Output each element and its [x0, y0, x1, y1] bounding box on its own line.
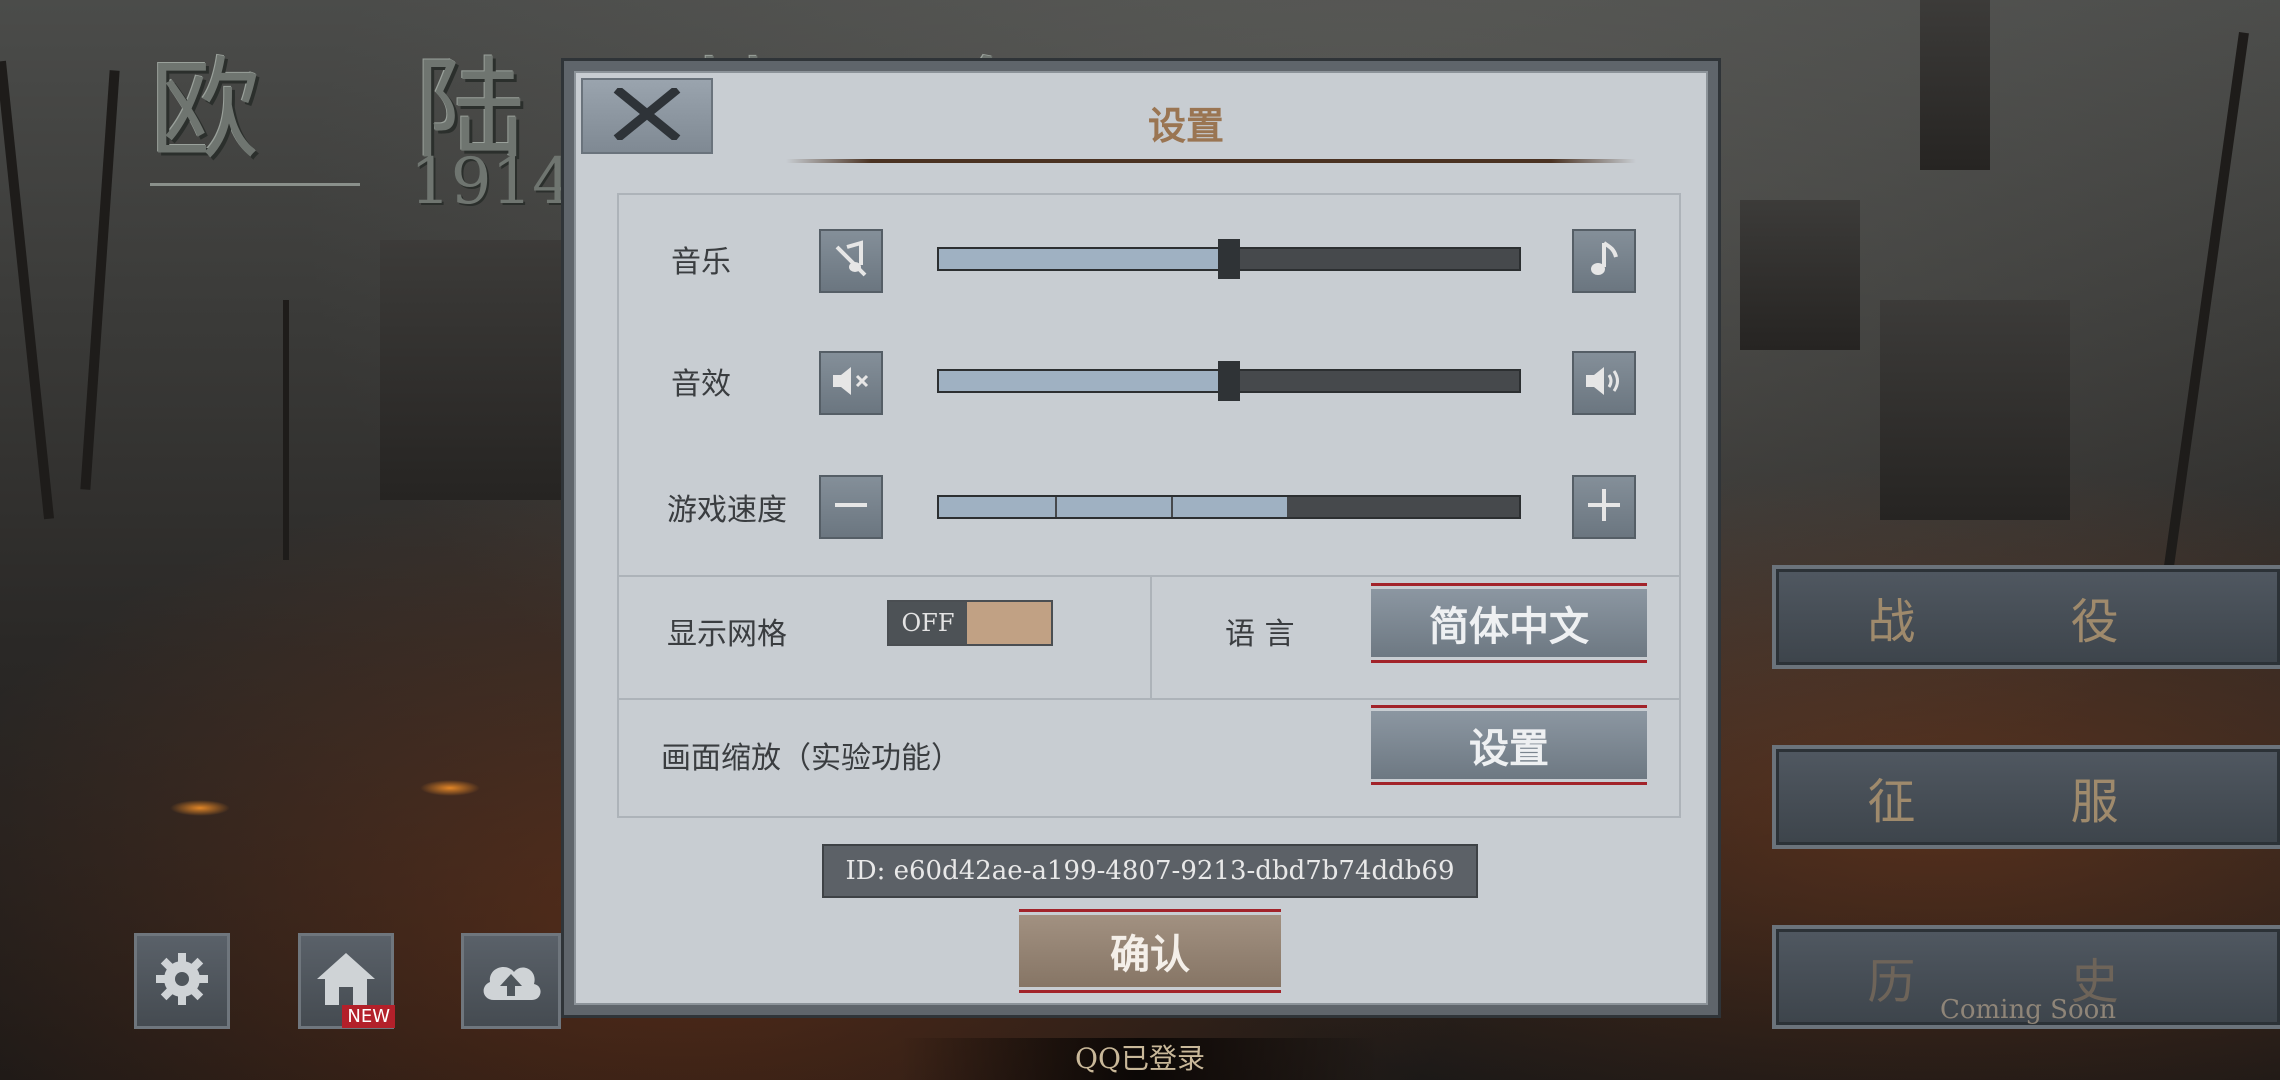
speed-step-divider [1171, 497, 1173, 517]
history-coming-soon: Coming Soon [1939, 995, 2117, 1025]
music-mute-icon [831, 239, 871, 283]
sound-max-button[interactable] [1572, 351, 1636, 415]
zoom-settings-button[interactable]: 设置 [1371, 705, 1647, 785]
sound-slider-fill [939, 371, 1229, 391]
game-year: 1914 [410, 145, 573, 219]
campaign-button[interactable]: 战 役 [1772, 565, 2280, 669]
minus-icon [831, 485, 871, 529]
speed-increase-button[interactable] [1572, 475, 1636, 539]
home-button[interactable]: NEW [298, 933, 395, 1029]
language-value: 简体中文 [1429, 603, 1589, 650]
plus-icon [1584, 485, 1624, 529]
divider [619, 575, 1679, 577]
divider [619, 698, 1679, 700]
music-slider-thumb[interactable] [1218, 239, 1240, 279]
settings-dialog: 设置 音乐 音效 游戏速度 显示网格 OFF 语 言 简体中文 画面缩放（实验功… [561, 58, 1721, 1018]
cloud-upload-icon [476, 954, 546, 1008]
settings-dialog-body: 设置 音乐 音效 游戏速度 显示网格 OFF 语 言 简体中文 画面缩放（实验功… [574, 71, 1708, 1005]
sound-on-icon [1582, 361, 1626, 405]
divider [1150, 575, 1152, 698]
speed-label: 游戏速度 [667, 493, 787, 528]
music-label: 音乐 [671, 245, 731, 280]
qq-login-status: QQ已登录 [900, 1038, 1380, 1080]
music-mute-button[interactable] [819, 229, 883, 293]
player-id: ID: e60d42ae-a199-4807-9213-dbd7b74ddb69 [822, 844, 1478, 898]
conquest-label: 征 服 [1867, 774, 2189, 830]
confirm-label: 确认 [1110, 931, 1190, 978]
speed-decrease-button[interactable] [819, 475, 883, 539]
gear-icon [150, 947, 214, 1015]
music-slider[interactable] [937, 239, 1521, 279]
language-button[interactable]: 简体中文 [1371, 583, 1647, 663]
speed-slider[interactable] [937, 495, 1521, 519]
speed-step-divider [1055, 497, 1057, 517]
speed-slider-fill [939, 497, 1287, 517]
cloud-upload-button[interactable] [461, 933, 561, 1029]
sound-slider-thumb[interactable] [1218, 361, 1240, 401]
campaign-label: 战 役 [1867, 594, 2189, 650]
music-slider-fill [939, 249, 1229, 269]
sound-mute-button[interactable] [819, 351, 883, 415]
sound-slider[interactable] [937, 361, 1521, 401]
sound-mute-icon [829, 361, 873, 405]
zoom-label: 画面缩放（实验功能） [661, 741, 961, 776]
grid-toggle-state: OFF [889, 602, 967, 644]
zoom-settings-label: 设置 [1469, 725, 1549, 772]
conquest-button[interactable]: 征 服 [1772, 745, 2280, 849]
grid-label: 显示网格 [667, 617, 787, 652]
dialog-title: 设置 [1147, 103, 1224, 148]
settings-panel: 音乐 音效 游戏速度 显示网格 OFF 语 言 简体中文 画面缩放（实验功能） … [617, 193, 1681, 818]
history-button[interactable]: 历 史 Coming Soon [1772, 925, 2280, 1029]
sound-label: 音效 [671, 367, 731, 402]
music-note-icon [1584, 239, 1624, 283]
title-rule [150, 183, 360, 186]
title-divider [786, 159, 1636, 163]
home-icon [313, 949, 379, 1013]
music-max-button[interactable] [1572, 229, 1636, 293]
grid-toggle[interactable]: OFF [887, 600, 1053, 646]
language-label: 语 言 [1225, 617, 1295, 652]
settings-button[interactable] [134, 933, 230, 1029]
new-badge: NEW [342, 1005, 395, 1028]
confirm-button[interactable]: 确认 [1019, 909, 1281, 993]
grid-toggle-track [967, 602, 1051, 644]
